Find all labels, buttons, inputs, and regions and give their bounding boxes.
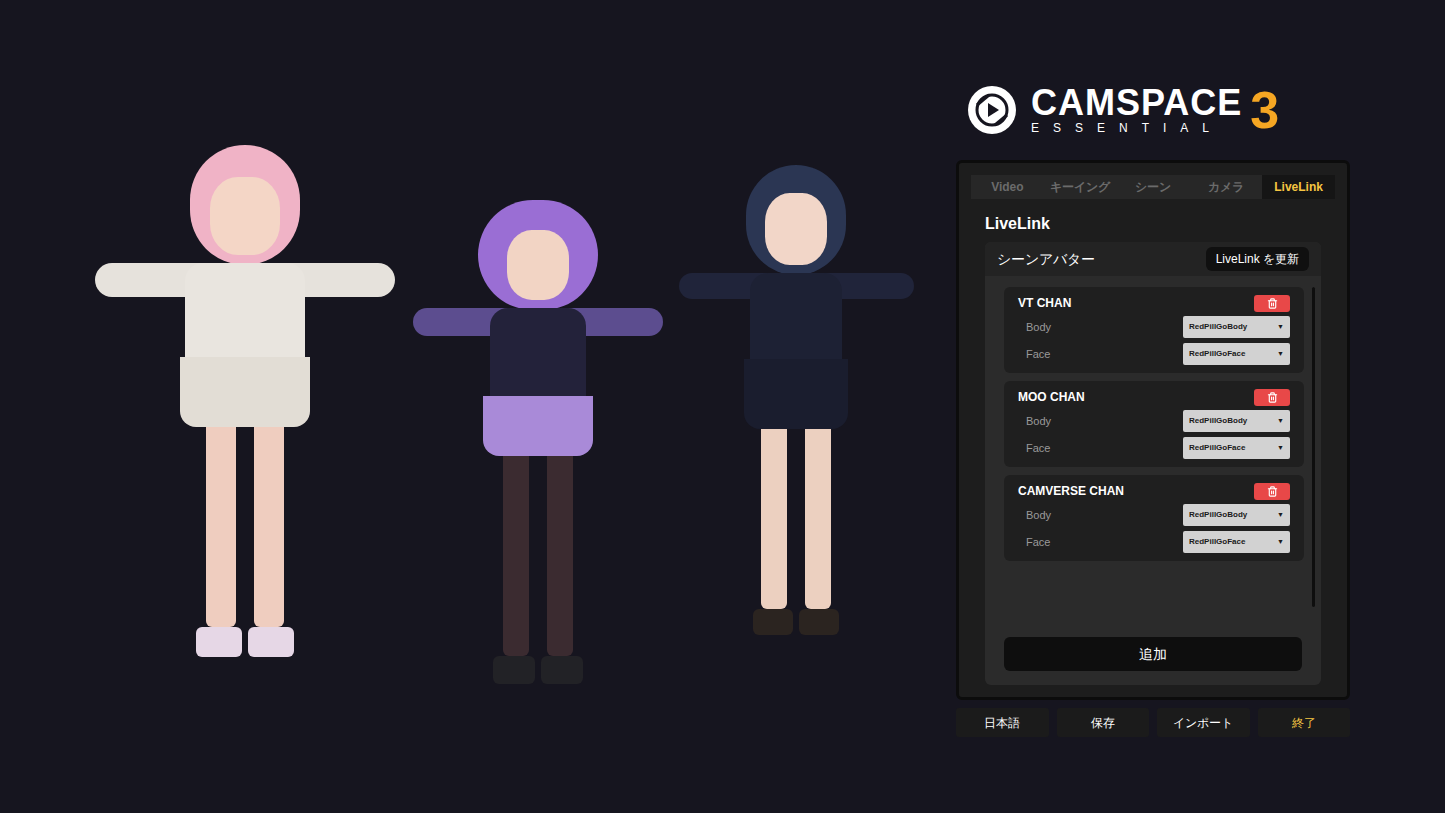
delete-button[interactable] — [1254, 295, 1290, 312]
footer-buttons: 日本語保存インポート終了 — [956, 708, 1350, 737]
avatar-arms — [413, 308, 663, 336]
footer-button[interactable]: 日本語 — [956, 708, 1049, 737]
dropdown-arrow-icon: ▼ — [1277, 537, 1284, 548]
delete-button[interactable] — [1254, 389, 1290, 406]
field-dropdown[interactable]: RedPillGoFace▼ — [1183, 531, 1290, 553]
avatar-name: VT CHAN — [1018, 294, 1071, 312]
avatar-figure — [408, 200, 668, 684]
avatar-shoe — [799, 609, 839, 635]
avatar-arms — [679, 273, 914, 299]
field-label: Body — [1018, 507, 1051, 524]
avatar-shoe — [196, 627, 242, 657]
field-row: Body RedPillGoBody▼ — [1018, 314, 1290, 340]
trash-icon — [1267, 392, 1278, 403]
avatar-hair — [746, 165, 846, 275]
avatar-skirt — [180, 357, 310, 427]
delete-button[interactable] — [1254, 483, 1290, 500]
avatar-leg — [547, 456, 573, 656]
section-title: シーンアバター — [997, 249, 1095, 270]
avatar-torso — [490, 308, 586, 408]
avatar-figure — [90, 145, 400, 657]
avatar-arms — [95, 263, 395, 297]
avatar-shoe — [753, 609, 793, 635]
avatar-leg — [761, 429, 787, 609]
avatar-list-area: VT CHAN Body RedPillGoBody▼ Face RedPillGoFa… — [985, 276, 1321, 600]
field-dropdown[interactable]: RedPillGoBody▼ — [1183, 504, 1290, 526]
tab[interactable]: キーイング — [1044, 175, 1117, 199]
panel-title: LiveLink — [985, 214, 1335, 234]
footer-button[interactable]: 保存 — [1057, 708, 1150, 737]
dropdown-arrow-icon: ▼ — [1277, 510, 1284, 521]
add-button[interactable]: 追加 — [1004, 637, 1302, 671]
avatar-hair — [190, 145, 300, 265]
logo-sub: ESSENTIAL — [1031, 121, 1242, 135]
field-dropdown[interactable]: RedPillGoFace▼ — [1183, 437, 1290, 459]
avatar-face — [765, 193, 827, 265]
scrollbar-track[interactable] — [1312, 287, 1315, 607]
field-row: Face RedPillGoFace▼ — [1018, 529, 1290, 555]
field-label: Face — [1018, 346, 1050, 363]
footer-button[interactable]: インポート — [1157, 708, 1250, 737]
section: シーンアバター LiveLink を更新 VT CHAN Body RedPillGoB… — [985, 242, 1321, 685]
field-dropdown[interactable]: RedPillGoFace▼ — [1183, 343, 1290, 365]
avatar-face — [210, 177, 280, 255]
trash-icon — [1267, 486, 1278, 497]
tab[interactable]: Video — [971, 175, 1044, 199]
field-row: Face RedPillGoFace▼ — [1018, 435, 1290, 461]
tab-bar: VideoキーイングシーンカメラLiveLink — [971, 175, 1335, 199]
avatar-figure — [676, 165, 916, 635]
panel: VideoキーイングシーンカメラLiveLinkLiveLinkシーンアバターL… — [956, 160, 1350, 700]
tab[interactable]: シーン — [1117, 175, 1190, 199]
avatar-shoe — [493, 656, 535, 684]
field-label: Body — [1018, 319, 1051, 336]
avatar-name: CAMVERSE CHAN — [1018, 482, 1124, 500]
avatar-shoe — [541, 656, 583, 684]
tab[interactable]: LiveLink — [1262, 175, 1335, 199]
app-window: CAMSPACEESSENTIAL3VideoキーイングシーンカメラLiveLi… — [0, 0, 1445, 813]
avatar-leg — [805, 429, 831, 609]
footer-button[interactable]: 終了 — [1258, 708, 1351, 737]
avatar-card: CAMVERSE CHAN Body RedPillGoBody▼ Face RedPi… — [1004, 475, 1304, 561]
avatar-skirt — [744, 359, 848, 429]
dropdown-arrow-icon: ▼ — [1277, 443, 1284, 454]
field-dropdown[interactable]: RedPillGoBody▼ — [1183, 410, 1290, 432]
field-label: Body — [1018, 413, 1051, 430]
avatar-leg — [503, 456, 529, 656]
tab[interactable]: カメラ — [1189, 175, 1262, 199]
dropdown-arrow-icon: ▼ — [1277, 416, 1284, 427]
field-row: Body RedPillGoBody▼ — [1018, 408, 1290, 434]
scrollbar-thumb[interactable] — [1312, 287, 1315, 607]
field-label: Face — [1018, 534, 1050, 551]
field-row: Body RedPillGoBody▼ — [1018, 502, 1290, 528]
logo-icon — [967, 85, 1017, 135]
avatar-name: MOO CHAN — [1018, 388, 1085, 406]
avatar-leg — [206, 427, 236, 627]
avatar-leg — [254, 427, 284, 627]
section-header: シーンアバター LiveLink を更新 — [985, 242, 1321, 276]
side-column: CAMSPACEESSENTIAL3VideoキーイングシーンカメラLiveLi… — [956, 0, 1350, 813]
avatar-skirt — [483, 396, 593, 456]
dropdown-arrow-icon: ▼ — [1277, 322, 1284, 333]
trash-icon — [1267, 298, 1278, 309]
avatar-face — [507, 230, 569, 300]
avatar-list: VT CHAN Body RedPillGoBody▼ Face RedPillGoFa… — [1004, 287, 1304, 600]
avatar-viewport — [0, 0, 956, 813]
avatar-hair — [478, 200, 598, 310]
avatar-card: MOO CHAN Body RedPillGoBody▼ Face RedPillGoF… — [1004, 381, 1304, 467]
logo-name: CAMSPACE — [1031, 85, 1242, 121]
logo-version: 3 — [1250, 84, 1279, 136]
avatar-card: VT CHAN Body RedPillGoBody▼ Face RedPillGoFa… — [1004, 287, 1304, 373]
field-row: Face RedPillGoFace▼ — [1018, 341, 1290, 367]
avatar-shoe — [248, 627, 294, 657]
field-dropdown[interactable]: RedPillGoBody▼ — [1183, 316, 1290, 338]
refresh-button[interactable]: LiveLink を更新 — [1206, 247, 1309, 271]
field-label: Face — [1018, 440, 1050, 457]
logo: CAMSPACEESSENTIAL 3 — [956, 83, 1350, 137]
dropdown-arrow-icon: ▼ — [1277, 349, 1284, 360]
